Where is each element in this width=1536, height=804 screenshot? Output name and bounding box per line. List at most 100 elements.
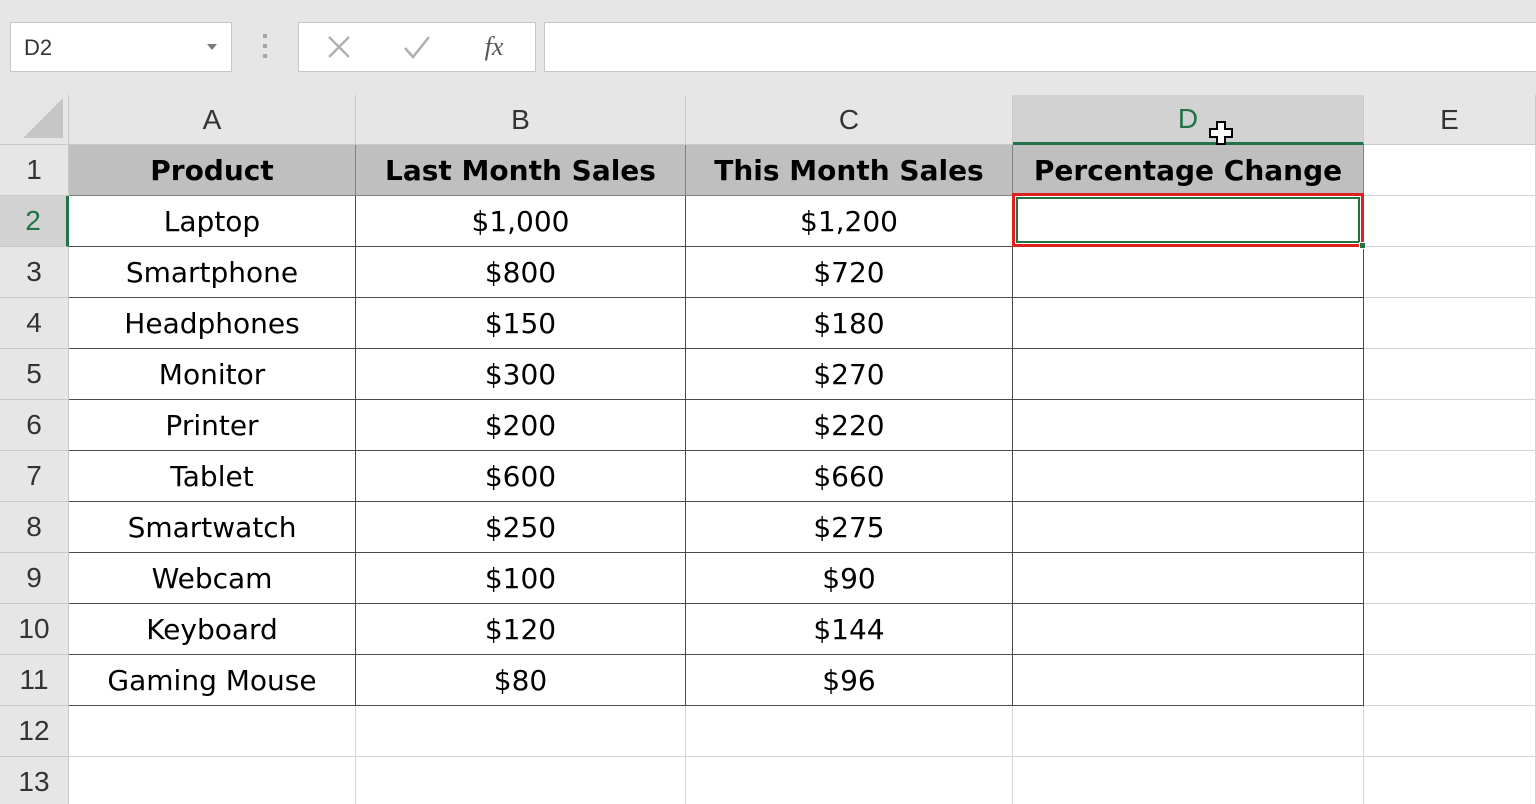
table-cell[interactable]: $1,200 [686, 196, 1013, 247]
table-cell[interactable]: $1,000 [356, 196, 686, 247]
close-icon [328, 36, 350, 58]
name-box-value: D2 [24, 35, 53, 60]
row-header-10[interactable]: 10 [0, 604, 69, 655]
formula-input[interactable] [544, 22, 1536, 72]
row-header-13[interactable]: 13 [0, 757, 69, 804]
cell[interactable] [1013, 706, 1364, 757]
table-cell[interactable] [1013, 400, 1364, 451]
table-cell[interactable]: $96 [686, 655, 1013, 706]
formula-bar: D2 fx [0, 0, 1536, 95]
table-cell[interactable]: Keyboard [69, 604, 356, 655]
table-cell[interactable]: $660 [686, 451, 1013, 502]
table-cell[interactable]: $144 [686, 604, 1013, 655]
active-cell-border [1016, 197, 1360, 243]
table-cell[interactable] [1013, 502, 1364, 553]
table-cell[interactable]: $720 [686, 247, 1013, 298]
table-cell[interactable]: $270 [686, 349, 1013, 400]
cell[interactable] [1364, 400, 1536, 451]
row-header-8[interactable]: 8 [0, 502, 69, 553]
cell[interactable] [1364, 655, 1536, 706]
table-cell[interactable]: $200 [356, 400, 686, 451]
table-cell[interactable] [1013, 298, 1364, 349]
name-box[interactable]: D2 [10, 22, 232, 72]
table-cell[interactable] [1013, 553, 1364, 604]
table-cell[interactable]: Tablet [69, 451, 356, 502]
row-header-6[interactable]: 6 [0, 400, 69, 451]
cell[interactable] [69, 757, 356, 804]
row-header-11[interactable]: 11 [0, 655, 69, 706]
table-cell[interactable]: $250 [356, 502, 686, 553]
table-cell[interactable] [1013, 247, 1364, 298]
row-header-5[interactable]: 5 [0, 349, 69, 400]
chevron-down-icon[interactable] [207, 44, 217, 50]
table-cell[interactable]: $90 [686, 553, 1013, 604]
enter-button[interactable] [387, 23, 447, 71]
cell[interactable] [1364, 757, 1536, 804]
cell[interactable] [1364, 196, 1536, 247]
table-cell[interactable] [1013, 655, 1364, 706]
formula-bar-grip-icon[interactable] [258, 34, 272, 62]
cell[interactable] [1364, 349, 1536, 400]
cell[interactable] [356, 706, 686, 757]
header-cell-this-month-sales[interactable]: This Month Sales [686, 145, 1013, 196]
header-cell-product[interactable]: Product [69, 145, 356, 196]
cell[interactable] [1364, 706, 1536, 757]
table-cell[interactable]: $180 [686, 298, 1013, 349]
select-all-button[interactable] [0, 95, 69, 145]
row-header-9[interactable]: 9 [0, 553, 69, 604]
cell[interactable] [1364, 298, 1536, 349]
cancel-button[interactable] [309, 23, 369, 71]
table-cell[interactable]: $600 [356, 451, 686, 502]
cell[interactable] [1364, 502, 1536, 553]
table-cell[interactable]: $220 [686, 400, 1013, 451]
row-header-7[interactable]: 7 [0, 451, 69, 502]
table-cell[interactable]: Smartwatch [69, 502, 356, 553]
row-header-12[interactable]: 12 [0, 706, 69, 757]
column-header-a[interactable]: A [69, 95, 356, 145]
column-header-b[interactable]: B [356, 95, 686, 145]
cell[interactable] [1364, 451, 1536, 502]
header-cell-last-month-sales[interactable]: Last Month Sales [356, 145, 686, 196]
row-header-3[interactable]: 3 [0, 247, 69, 298]
plus-cross-cursor-icon [1209, 121, 1233, 145]
formula-buttons: fx [298, 22, 536, 72]
table-cell[interactable]: Laptop [69, 196, 356, 247]
table-cell[interactable]: Monitor [69, 349, 356, 400]
table-cell[interactable]: $100 [356, 553, 686, 604]
table-cell[interactable]: Printer [69, 400, 356, 451]
table-cell[interactable]: $300 [356, 349, 686, 400]
select-all-icon [23, 98, 63, 138]
table-cell[interactable]: Smartphone [69, 247, 356, 298]
insert-function-button[interactable]: fx [464, 23, 524, 71]
header-cell-percentage-change[interactable]: Percentage Change [1013, 145, 1364, 196]
column-header-c[interactable]: C [686, 95, 1013, 145]
row-header-2[interactable]: 2 [0, 196, 69, 247]
cell[interactable] [69, 706, 356, 757]
table-cell[interactable]: $80 [356, 655, 686, 706]
table-cell[interactable]: $275 [686, 502, 1013, 553]
cell[interactable] [1364, 553, 1536, 604]
cell[interactable] [686, 706, 1013, 757]
cell[interactable] [356, 757, 686, 804]
table-cell[interactable]: $800 [356, 247, 686, 298]
table-cell[interactable]: Gaming Mouse [69, 655, 356, 706]
fill-handle[interactable] [1359, 242, 1366, 249]
row-header-4[interactable]: 4 [0, 298, 69, 349]
column-header-d[interactable]: D [1013, 95, 1364, 145]
table-cell[interactable] [1013, 604, 1364, 655]
table-cell[interactable]: Webcam [69, 553, 356, 604]
table-cell[interactable] [1013, 451, 1364, 502]
cell[interactable] [1364, 604, 1536, 655]
fx-icon: fx [484, 32, 504, 61]
cell[interactable] [686, 757, 1013, 804]
table-cell[interactable] [1013, 349, 1364, 400]
table-cell[interactable]: $120 [356, 604, 686, 655]
cell[interactable] [1364, 145, 1536, 196]
table-cell[interactable]: $150 [356, 298, 686, 349]
table-cell[interactable]: Headphones [69, 298, 356, 349]
cell[interactable] [1364, 247, 1536, 298]
column-header-e[interactable]: E [1364, 95, 1536, 145]
active-cell-highlight[interactable] [1012, 193, 1366, 249]
cell[interactable] [1013, 757, 1364, 804]
row-header-1[interactable]: 1 [0, 145, 69, 196]
